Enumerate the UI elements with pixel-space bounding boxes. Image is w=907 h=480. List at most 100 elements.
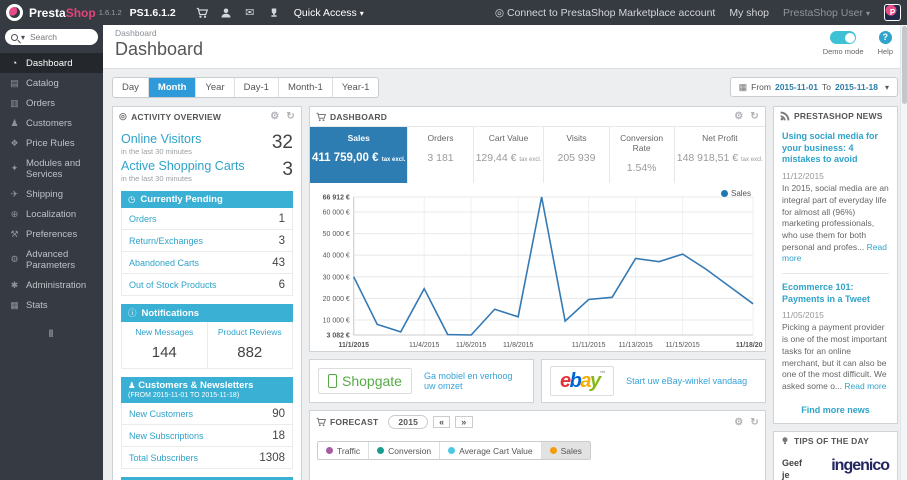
tab-month[interactable]: Month — [148, 78, 197, 97]
sidebar-item-modules[interactable]: ✦ Modules and Services — [0, 153, 103, 184]
tab-year-1[interactable]: Year-1 — [333, 78, 379, 97]
orders-link[interactable]: Orders — [129, 214, 157, 224]
brand-name: PrestaShop — [29, 5, 96, 20]
sales-chart-svg[interactable]: 66 912 € 60 000 € 50 000 € 40 000 € 30 000 €… — [312, 185, 763, 351]
tab-year[interactable]: Year — [196, 78, 235, 97]
my-shop-link[interactable]: My shop — [729, 7, 769, 19]
forecast-toggle-sales[interactable]: Sales — [541, 442, 590, 459]
demo-mode-toggle[interactable] — [830, 31, 857, 44]
kpi-sales[interactable]: Sales 411 759,00 € tax excl. — [310, 127, 409, 183]
sidebar-item-dashboard[interactable]: ◔ Dashboard — [0, 53, 103, 73]
search-input[interactable] — [28, 31, 84, 43]
rss-icon — [780, 111, 790, 121]
refresh-icon[interactable]: ↻ — [286, 111, 295, 122]
tips-of-the-day-panel: TIPS OF THE DAY ingenico Payment service… — [773, 430, 898, 480]
sidebar-item-price-rules[interactable]: ❖ Price Rules — [0, 133, 103, 153]
out-of-stock-link[interactable]: Out of Stock Products — [129, 280, 217, 290]
sidebar-item-orders[interactable]: ▥ Orders — [0, 93, 103, 113]
prestashop-admin: PrestaShop 1.6.1.2 PS1.6.1.2 ✉ Quick Acc… — [0, 0, 907, 480]
refresh-icon[interactable]: ↻ — [750, 417, 759, 428]
forecast-prev-button[interactable]: « — [433, 416, 451, 428]
date-range-picker[interactable]: ▦ From 2015-11-01 To 2015-11-18 ▾ — [729, 77, 898, 97]
kpi-orders[interactable]: Orders 3 181 — [408, 127, 474, 183]
forecast-year[interactable]: 2015 — [388, 415, 429, 429]
gear-icon[interactable]: ⚙ — [734, 417, 743, 428]
sidebar-item-advanced-parameters[interactable]: ⚙ Advanced Parameters — [0, 244, 103, 275]
ebay-link[interactable]: Start uw eBay-winkel vandaag — [626, 376, 747, 386]
new-subscriptions-link[interactable]: New Subscriptions — [129, 431, 204, 441]
sidebar-item-catalog[interactable]: ▤ Catalog — [0, 73, 103, 93]
activity-icon: ◎ — [119, 111, 128, 121]
svg-text:11/18/2015: 11/18/2015 — [736, 342, 763, 349]
shopgate-link[interactable]: Ga mobiel en verhoog uw omzet — [424, 371, 525, 391]
customer-icon[interactable] — [214, 6, 238, 18]
new-customers-link[interactable]: New Customers — [129, 409, 193, 419]
sidebar-item-customers[interactable]: ♟ Customers — [0, 113, 103, 133]
total-subscribers-link[interactable]: Total Subscribers — [129, 453, 198, 463]
news-article-title[interactable]: Ecommerce 101: Payments in a Tweet — [782, 282, 889, 305]
sidebar-item-stats[interactable]: ▦ Stats — [0, 295, 103, 315]
shopgate-banner[interactable]: Shopgate Ga mobiel en verhoog uw omzet — [309, 359, 534, 403]
kpi-conversion-rate[interactable]: Conversion Rate 1.54% — [610, 127, 675, 183]
forecast-next-button[interactable]: » — [455, 416, 473, 428]
active-carts-link[interactable]: Active Shopping Carts — [121, 159, 245, 173]
phone-icon — [328, 374, 337, 388]
localization-icon: ⊕ — [10, 208, 19, 219]
vertical-scrollbar[interactable] — [900, 25, 907, 480]
forecast-toggle-traffic[interactable]: Traffic — [318, 442, 370, 459]
refresh-icon[interactable]: ↻ — [750, 111, 759, 122]
forecast-toggle-average-cart-value[interactable]: Average Cart Value — [440, 442, 542, 459]
ebay-banner[interactable]: ebay™ Start uw eBay-winkel vandaag — [541, 359, 766, 403]
breadcrumb[interactable]: Dashboard — [115, 28, 895, 38]
sidebar-item-preferences[interactable]: ⚒ Preferences — [0, 224, 103, 244]
active-carts-value: 3 — [282, 159, 293, 180]
person-icon: ♟ — [128, 380, 136, 390]
trophy-icon[interactable] — [262, 6, 286, 18]
kpi-visits[interactable]: Visits 205 939 — [544, 127, 610, 183]
gear-icon[interactable]: ⚙ — [270, 111, 279, 122]
quick-access-menu[interactable]: Quick Access ▾ — [294, 7, 364, 19]
find-more-news-link[interactable]: Find more news — [782, 405, 889, 415]
ingenico-logo[interactable]: ingenico Payment services — [811, 457, 890, 480]
activity-panel-title: ACTIVITY OVERVIEW — [131, 111, 222, 122]
help-control: ? Help — [878, 31, 893, 56]
user-menu[interactable]: PrestaShop User ▾ — [783, 7, 870, 19]
kpi-net-profit[interactable]: Net Profit 148 918,51 € tax excl. — [675, 127, 765, 183]
scrollbar-thumb[interactable] — [902, 26, 907, 104]
forecast-toggle-conversion[interactable]: Conversion — [369, 442, 441, 459]
abandoned-carts-link[interactable]: Abandoned Carts — [129, 258, 199, 268]
product-reviews-cell[interactable]: Product Reviews 882 — [206, 322, 293, 368]
sidebar-item-administration[interactable]: ✱ Administration — [0, 275, 103, 295]
version-label: 1.6.1.2 — [98, 8, 122, 17]
online-visitors-link[interactable]: Online Visitors — [121, 132, 201, 146]
advanced-parameters-icon: ⚙ — [10, 254, 19, 264]
mail-icon[interactable]: ✉ — [238, 6, 262, 19]
tab-day[interactable]: Day — [113, 78, 149, 97]
sales-chart: 66 912 € 60 000 € 50 000 € 40 000 € 30 000 €… — [310, 183, 765, 351]
help-icon[interactable]: ? — [878, 31, 892, 44]
kpi-cart-value[interactable]: Cart Value 129,44 € tax excl. — [474, 127, 545, 183]
tips-panel-title: TIPS OF THE DAY — [794, 435, 869, 446]
search-scope-dropdown[interactable]: ▾ — [21, 33, 25, 42]
sidebar-item-localization[interactable]: ⊕ Localization — [0, 204, 103, 224]
sidebar-collapse-button[interactable]: ‖ — [0, 329, 103, 340]
returns-link[interactable]: Return/Exchanges — [129, 236, 203, 246]
user-avatar[interactable]: P — [884, 4, 901, 21]
news-article: Ecommerce 101: Payments in a Tweet 11/05… — [782, 282, 889, 393]
online-visitors-metric: Online Visitors in the last 30 minutes 3… — [121, 132, 293, 156]
sidebar-item-shipping[interactable]: ✈ Shipping — [0, 184, 103, 204]
chevron-down-icon: ▾ — [359, 8, 364, 18]
tab-month-1[interactable]: Month-1 — [279, 78, 333, 97]
gear-icon[interactable]: ⚙ — [734, 111, 743, 122]
news-article-title[interactable]: Using social media for your business: 4 … — [782, 131, 889, 166]
read-more-link[interactable]: Read more — [844, 381, 886, 391]
tab-day-1[interactable]: Day-1 — [235, 78, 279, 97]
new-messages-cell[interactable]: New Messages 144 — [122, 322, 207, 368]
marketplace-link[interactable]: ◎ Connect to PrestaShop Marketplace acco… — [495, 7, 715, 19]
cart-icon[interactable] — [190, 6, 214, 18]
clock-icon: ◷ — [128, 194, 136, 204]
prestashop-logo[interactable] — [6, 4, 23, 21]
svg-text:11/4/2015: 11/4/2015 — [409, 342, 440, 349]
topbar: PrestaShop 1.6.1.2 PS1.6.1.2 ✉ Quick Acc… — [0, 0, 907, 25]
news-article: Using social media for your business: 4 … — [782, 131, 889, 264]
